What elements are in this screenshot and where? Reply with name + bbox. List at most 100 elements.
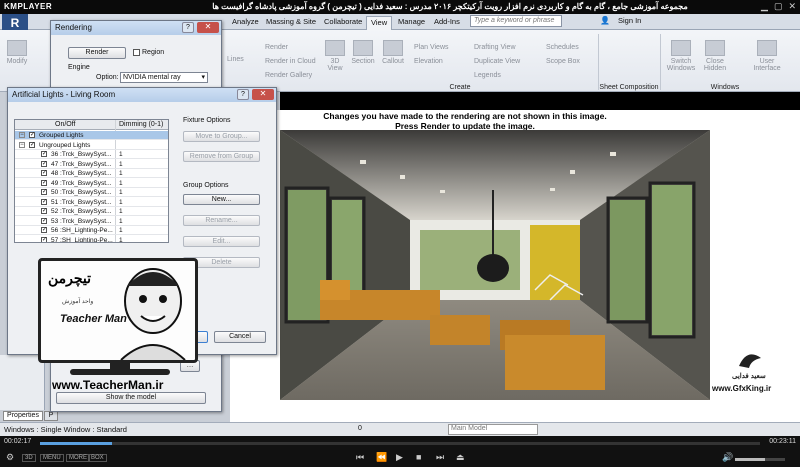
model-select[interactable]: Main Model [448, 424, 538, 435]
elevation-button[interactable]: Elevation [414, 58, 443, 65]
tab-manage[interactable]: Manage [394, 16, 429, 30]
table-row[interactable]: ✓ 52 :Trck_BswySyst... 1 [15, 207, 168, 216]
close-hidden-button[interactable]: Close Hidden [700, 40, 730, 72]
table-row[interactable]: ✓ 50 :Trck_BswySyst... 1 [15, 188, 168, 197]
expand-collapse-icon[interactable]: − [19, 141, 25, 148]
show-model-button[interactable]: Show the model [56, 392, 206, 404]
render-gallery-button[interactable]: Render Gallery [265, 72, 312, 79]
light-onoff-checkbox[interactable]: ✓ [41, 198, 47, 205]
tab-view[interactable]: View [366, 16, 393, 30]
render-start-button[interactable]: Render [68, 47, 126, 59]
render-button[interactable]: Render [265, 44, 288, 51]
light-dimming-value[interactable]: 1 [119, 198, 123, 207]
table-row[interactable]: − ✓ Grouped Lights [15, 131, 168, 140]
tab-massing-site[interactable]: Massing & Site [262, 16, 320, 30]
render-in-cloud-button[interactable]: Render in Cloud [265, 58, 316, 65]
light-dimming-value[interactable]: 1 [119, 150, 123, 159]
expand-collapse-icon[interactable]: − [19, 132, 25, 138]
mini-button-box[interactable]: BOX [88, 454, 107, 462]
modify-button[interactable]: Modify [4, 40, 30, 65]
settings-icon[interactable]: ⚙ [6, 452, 14, 463]
user-icon[interactable]: 👤 [600, 16, 610, 25]
eject-icon[interactable]: ⏏ [456, 452, 465, 463]
tab-analyze[interactable]: Analyze [228, 16, 263, 30]
maximize-icon[interactable]: ▢ [774, 1, 783, 12]
edit-group-button[interactable]: Edit... [183, 236, 260, 247]
rendering-dialog-title-bar[interactable]: Rendering ? ✕ [51, 21, 221, 35]
callout-button[interactable]: Callout [380, 40, 406, 65]
legends-button[interactable]: Legends [474, 72, 501, 79]
mini-button-3d[interactable]: 3D [22, 454, 36, 462]
light-onoff-checkbox[interactable]: ✓ [41, 160, 47, 167]
light-onoff-checkbox[interactable]: ✓ [29, 141, 35, 148]
project-browser[interactable] [0, 355, 45, 410]
thin-lines-button[interactable]: Lines [227, 56, 244, 63]
remove-from-group-button[interactable]: Remove from Group [183, 151, 260, 162]
play-icon[interactable]: ▶ [396, 452, 403, 463]
search-input[interactable]: Type a keyword or phrase [470, 15, 562, 27]
section-button[interactable]: Section [350, 40, 376, 65]
help-icon[interactable]: ? [237, 89, 249, 100]
switch-windows-button[interactable]: Switch Windows [666, 40, 696, 72]
plan-views-button[interactable]: Plan Views [414, 44, 449, 51]
light-dimming-value[interactable]: 1 [119, 169, 123, 178]
engine-option-select[interactable]: NVIDIA mental ray ▾ [120, 72, 208, 83]
tab-add-ins[interactable]: Add-Ins [430, 16, 464, 30]
light-dimming-value[interactable]: 1 [119, 179, 123, 188]
light-onoff-checkbox[interactable]: ✓ [41, 170, 47, 176]
tab-properties[interactable]: Properties [3, 411, 43, 421]
duplicate-view-button[interactable]: Duplicate View [474, 58, 520, 65]
table-row[interactable]: ✓ 47 :Trck_BswySyst... 1 [15, 160, 168, 169]
light-dimming-value[interactable]: 1 [119, 188, 123, 197]
table-row[interactable]: ✓ 51 :Trck_BswySyst... 1 [15, 198, 168, 207]
tab-project-browser[interactable]: P [44, 411, 58, 421]
next-icon[interactable]: ⏭ [436, 452, 444, 463]
table-row[interactable]: ✓ 53 :Trck_BswySyst... 1 [15, 217, 168, 226]
sign-in-link[interactable]: Sign In [618, 16, 641, 25]
light-onoff-checkbox[interactable]: ✓ [41, 236, 47, 242]
cancel-button[interactable]: Cancel [214, 331, 266, 343]
close-icon[interactable]: ✕ [252, 89, 274, 100]
schedules-button[interactable]: Schedules [546, 44, 579, 51]
drafting-view-button[interactable]: Drafting View [474, 44, 516, 51]
mini-button-menu[interactable]: MENU [40, 454, 64, 462]
lights-grid[interactable]: On/Off Dimming (0-1) − ✓ Grouped Lights − ✓ U… [14, 119, 169, 243]
light-onoff-checkbox[interactable]: ✓ [41, 151, 47, 157]
mini-button-more[interactable]: MORE [66, 454, 90, 462]
light-dimming-value[interactable]: 1 [119, 226, 123, 235]
light-onoff-checkbox[interactable]: ✓ [29, 132, 35, 138]
3d-view-button[interactable]: 3D View [324, 40, 346, 72]
table-row[interactable]: ✓ 56 :SH_Lighting-Pe... 1 [15, 226, 168, 235]
light-onoff-checkbox[interactable]: ✓ [41, 217, 47, 224]
close-icon[interactable]: ✕ [197, 22, 219, 33]
tab-collaborate[interactable]: Collaborate [320, 16, 366, 30]
stop-icon[interactable]: ■ [416, 452, 421, 462]
close-icon[interactable]: ✕ [788, 1, 796, 12]
table-row[interactable]: ✓ 49 :Trck_BswySyst... 1 [15, 179, 168, 188]
table-row[interactable]: − ✓ Ungrouped Lights [15, 141, 168, 150]
new-group-button[interactable]: New... [183, 194, 260, 205]
light-dimming-value[interactable]: 1 [119, 160, 123, 169]
light-dimming-value[interactable]: 1 [119, 207, 123, 216]
region-checkbox[interactable] [133, 49, 140, 56]
table-row[interactable]: ✓ 48 :Trck_BswySyst... 1 [15, 169, 168, 178]
light-onoff-checkbox[interactable]: ✓ [41, 208, 47, 214]
seek-bar[interactable] [40, 442, 760, 445]
help-icon[interactable]: ? [182, 22, 194, 33]
light-onoff-checkbox[interactable]: ✓ [41, 189, 47, 195]
move-to-group-button[interactable]: Move to Group... [183, 131, 260, 142]
rename-group-button[interactable]: Rename... [183, 215, 260, 226]
user-interface-button[interactable]: User Interface [750, 40, 784, 72]
table-row[interactable]: ✓ 57 :SH_Lighting-Pe... 1 [15, 236, 168, 243]
minimize-icon[interactable]: ▁ [761, 1, 768, 12]
volume-icon[interactable]: 🔊 [722, 452, 733, 463]
lights-dialog-title-bar[interactable]: Artificial Lights - Living Room ? ✕ [8, 88, 276, 102]
table-row[interactable]: ✓ 36 :Trck_BswySyst... 1 [15, 150, 168, 159]
scope-box-button[interactable]: Scope Box [546, 58, 580, 65]
light-onoff-checkbox[interactable]: ✓ [41, 227, 47, 233]
light-dimming-value[interactable]: 1 [119, 236, 123, 243]
volume-slider[interactable] [735, 458, 785, 461]
light-dimming-value[interactable]: 1 [119, 217, 123, 226]
light-onoff-checkbox[interactable]: ✓ [41, 179, 47, 186]
previous-icon[interactable]: ⏮ [356, 452, 364, 463]
